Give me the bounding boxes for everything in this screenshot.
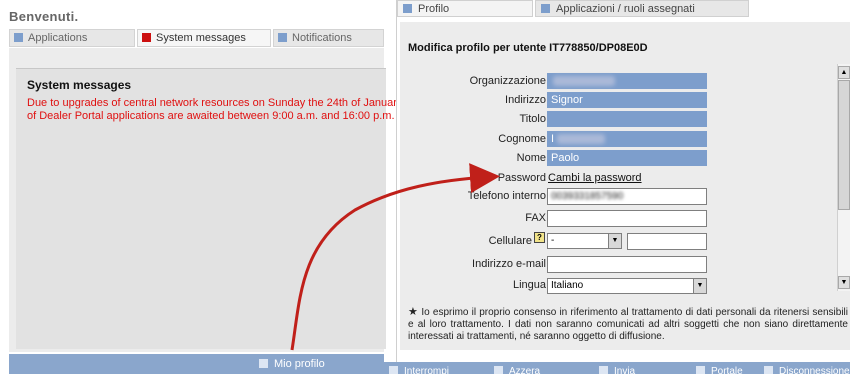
fax-label: FAX (525, 212, 546, 224)
cellulare-label: Cellulare (488, 235, 532, 247)
cognome-field: I (547, 131, 707, 147)
scroll-up-icon[interactable]: ▲ (838, 66, 850, 79)
button-label: Mio profilo (274, 358, 325, 370)
indirizzo-label: Indirizzo (505, 94, 546, 106)
tab-label: Notifications (292, 32, 352, 44)
scroll-thumb[interactable] (838, 80, 850, 210)
lingua-label: Lingua (512, 279, 546, 291)
email-input[interactable] (547, 256, 707, 273)
star-icon: ★ (408, 306, 419, 318)
tab-label: Applications (28, 32, 88, 44)
invia-button[interactable]: Invia (599, 362, 635, 374)
tab-label: System messages (156, 32, 246, 44)
square-icon (599, 366, 608, 374)
button-label: Invia (614, 366, 636, 374)
system-message-text: Due to upgrades of central network resou… (27, 97, 430, 123)
lingua-select[interactable]: Italiano ▼ (547, 278, 707, 294)
help-icon[interactable]: ? (534, 232, 545, 243)
change-password-link[interactable]: Cambi la password (548, 170, 642, 186)
password-label: Password (497, 172, 546, 184)
square-icon (494, 366, 503, 374)
organizzazione-label: Organizzazione (469, 75, 546, 87)
telefono-input[interactable]: 0039331857590 (547, 188, 707, 205)
tab-applications[interactable]: Applications (9, 29, 135, 47)
nome-label: Nome (516, 152, 546, 164)
cellulare-prefix-select[interactable]: - ▼ (547, 233, 622, 249)
cognome-label: Cognome (498, 133, 546, 145)
messages-title: System messages (27, 78, 132, 92)
square-icon (696, 366, 705, 374)
message-line: Due to upgrades of central network resou… (27, 97, 430, 109)
prefix-value: - (551, 235, 555, 246)
organizzazione-field (547, 73, 707, 89)
titolo-label: Titolo (519, 113, 547, 125)
red-square-icon (142, 33, 151, 42)
tab-label: Applicazioni / ruoli assegnati (556, 3, 695, 15)
tab-notifications[interactable]: Notifications (273, 29, 384, 47)
blue-square-icon (278, 33, 287, 42)
chevron-down-icon[interactable]: ▼ (608, 234, 621, 248)
nome-field: Paolo (547, 150, 707, 166)
telefono-label: Telefono interno (467, 190, 546, 202)
disconnessione-button[interactable]: Disconnessione (764, 362, 850, 374)
chevron-down-icon[interactable]: ▼ (693, 279, 706, 293)
scroll-down-icon[interactable]: ▼ (838, 276, 850, 289)
portal-tab-bar: Applications System messages Notificatio… (9, 29, 384, 48)
indirizzo-field: Signor (547, 92, 707, 108)
portal-bottom-bar: Mio profilo (9, 354, 384, 374)
titolo-field (547, 111, 707, 127)
redacted-blur (557, 134, 605, 144)
form-title: Modifica profilo per utente IT778850/DP0… (408, 42, 648, 54)
button-label: Azzera (509, 366, 541, 374)
interrompi-button[interactable]: Interrompi (389, 362, 449, 374)
portale-button[interactable]: Portale (696, 362, 743, 374)
profile-bottom-bar: Interrompi Azzera Invia Portale Disconne… (384, 362, 850, 374)
azzera-button[interactable]: Azzera (494, 362, 540, 374)
tab-profilo[interactable]: Profilo (397, 0, 533, 17)
tab-system-messages[interactable]: System messages (137, 29, 271, 47)
my-profile-button[interactable]: Mio profilo (259, 354, 325, 374)
square-icon (764, 366, 773, 374)
blue-square-icon (541, 4, 550, 13)
tab-applicazioni[interactable]: Applicazioni / ruoli assegnati (535, 0, 749, 17)
tab-label: Profilo (418, 3, 450, 15)
square-icon (259, 359, 268, 368)
welcome-heading: Benvenuti. (9, 9, 79, 24)
profile-form-panel (400, 22, 850, 350)
fax-input[interactable] (547, 210, 707, 227)
cognome-value: I (551, 133, 555, 145)
consent-text: ★ Io esprimo il proprio consenso in rife… (408, 306, 848, 343)
form-scrollbar[interactable]: ▲ ▼ (837, 64, 850, 291)
button-label: Disconnessione (779, 366, 850, 374)
lingua-value: Italiano (551, 280, 584, 291)
square-icon (389, 366, 398, 374)
blue-square-icon (14, 33, 23, 42)
telefono-value: 0039331857590 (551, 191, 624, 202)
email-label: Indirizzo e-mail (472, 258, 546, 270)
blue-square-icon (403, 4, 412, 13)
message-line: of Dealer Portal applications are awaite… (27, 110, 395, 122)
consent-body: Io esprimo il proprio consenso in riferi… (408, 307, 848, 342)
button-label: Interrompi (404, 366, 450, 374)
cellulare-input[interactable] (627, 233, 707, 250)
redacted-blur (553, 76, 615, 86)
button-label: Portale (711, 366, 743, 374)
